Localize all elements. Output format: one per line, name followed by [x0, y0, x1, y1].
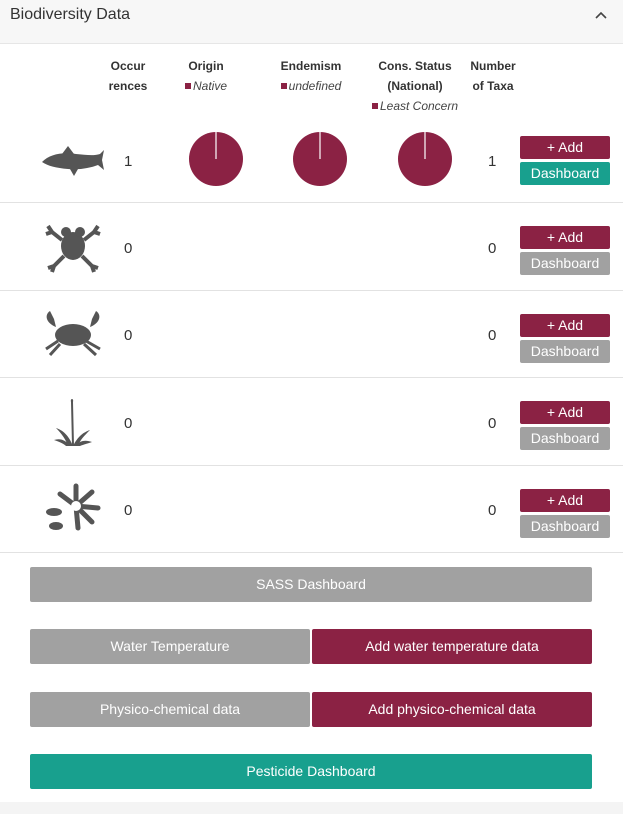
add-water-temperature-button[interactable]: Add water temperature data	[312, 629, 592, 664]
fish-icon	[42, 146, 104, 176]
table-row-fish: 1 1 + Add Dashboard	[0, 118, 623, 203]
taxa-value: 1	[488, 153, 497, 170]
legend-endemism-text: undefined	[288, 79, 342, 93]
physico-chemical-button[interactable]: Physico-chemical data	[30, 692, 310, 727]
frog-icon	[45, 224, 101, 273]
header-taxa-line2: of Taxa	[472, 79, 514, 93]
occurrences-value: 1	[124, 153, 133, 170]
add-physico-chemical-button[interactable]: Add physico-chemical data	[312, 692, 592, 727]
header-occurrences-line2: rences	[108, 79, 148, 93]
header-taxa: Number of Taxa	[466, 56, 520, 96]
diatom-icon	[46, 483, 101, 531]
occurrences-value: 0	[124, 327, 133, 344]
plant-dashboard-button[interactable]: Dashboard	[520, 427, 610, 450]
header-origin: Origin Native	[166, 56, 246, 96]
endemism-pie-chart	[293, 132, 347, 186]
origin-pie-chart	[189, 132, 243, 186]
sass-dashboard-button[interactable]: SASS Dashboard	[30, 567, 592, 602]
pesticide-dashboard-button[interactable]: Pesticide Dashboard	[30, 754, 592, 789]
occurrences-value: 0	[124, 415, 133, 432]
add-frog-button[interactable]: + Add	[520, 226, 610, 249]
crab-dashboard-button[interactable]: Dashboard	[520, 340, 610, 363]
legend-swatch	[280, 83, 287, 89]
header-origin-label: Origin	[188, 59, 224, 73]
add-plant-button[interactable]: + Add	[520, 401, 610, 424]
panel-title: Biodiversity Data	[10, 6, 131, 23]
water-temperature-button[interactable]: Water Temperature	[30, 629, 310, 664]
panel-header[interactable]: Biodiversity Data	[0, 0, 623, 44]
cons-status-pie-chart	[398, 132, 452, 186]
add-fish-button[interactable]: + Add	[520, 136, 610, 159]
header-endemism-label: Endemism	[280, 59, 342, 73]
panel-footer	[0, 802, 623, 814]
taxa-value: 0	[488, 502, 497, 519]
legend-swatch	[371, 103, 378, 109]
table-row-crab: 0 0 + Add Dashboard	[0, 291, 623, 378]
taxa-value: 0	[488, 415, 497, 432]
diatom-dashboard-button[interactable]: Dashboard	[520, 515, 610, 538]
header-cons-status-line1: Cons. Status	[378, 59, 452, 73]
occurrences-value: 0	[124, 240, 133, 257]
reed-plant-icon	[54, 399, 92, 446]
crab-icon	[45, 311, 101, 357]
legend-cons-status-text: Least Concern	[379, 99, 459, 113]
fish-dashboard-button[interactable]: Dashboard	[520, 162, 610, 185]
legend-origin-text: Native	[192, 79, 227, 93]
legend-endemism: undefined	[270, 76, 352, 96]
header-cons-status: Cons. Status (National) Least Concern	[366, 56, 464, 116]
chevron-up-icon[interactable]	[593, 8, 609, 24]
legend-swatch	[184, 83, 191, 89]
add-crab-button[interactable]: + Add	[520, 314, 610, 337]
header-occurrences: Occur rences	[100, 56, 156, 96]
taxa-value: 0	[488, 327, 497, 344]
table-row-frog: 0 0 + Add Dashboard	[0, 203, 623, 291]
legend-origin: Native	[166, 76, 246, 96]
legend-cons-status: Least Concern	[366, 96, 464, 116]
header-cons-status-line2: (National)	[387, 79, 443, 93]
taxa-value: 0	[488, 240, 497, 257]
frog-dashboard-button[interactable]: Dashboard	[520, 252, 610, 275]
add-diatom-button[interactable]: + Add	[520, 489, 610, 512]
header-endemism: Endemism undefined	[270, 56, 352, 96]
header-taxa-line1: Number	[470, 59, 516, 73]
header-occurrences-line1: Occur	[110, 59, 146, 73]
table-row-plant: 0 0 + Add Dashboard	[0, 378, 623, 466]
occurrences-value: 0	[124, 502, 133, 519]
table-row-diatom: 0 0 + Add Dashboard	[0, 466, 623, 553]
